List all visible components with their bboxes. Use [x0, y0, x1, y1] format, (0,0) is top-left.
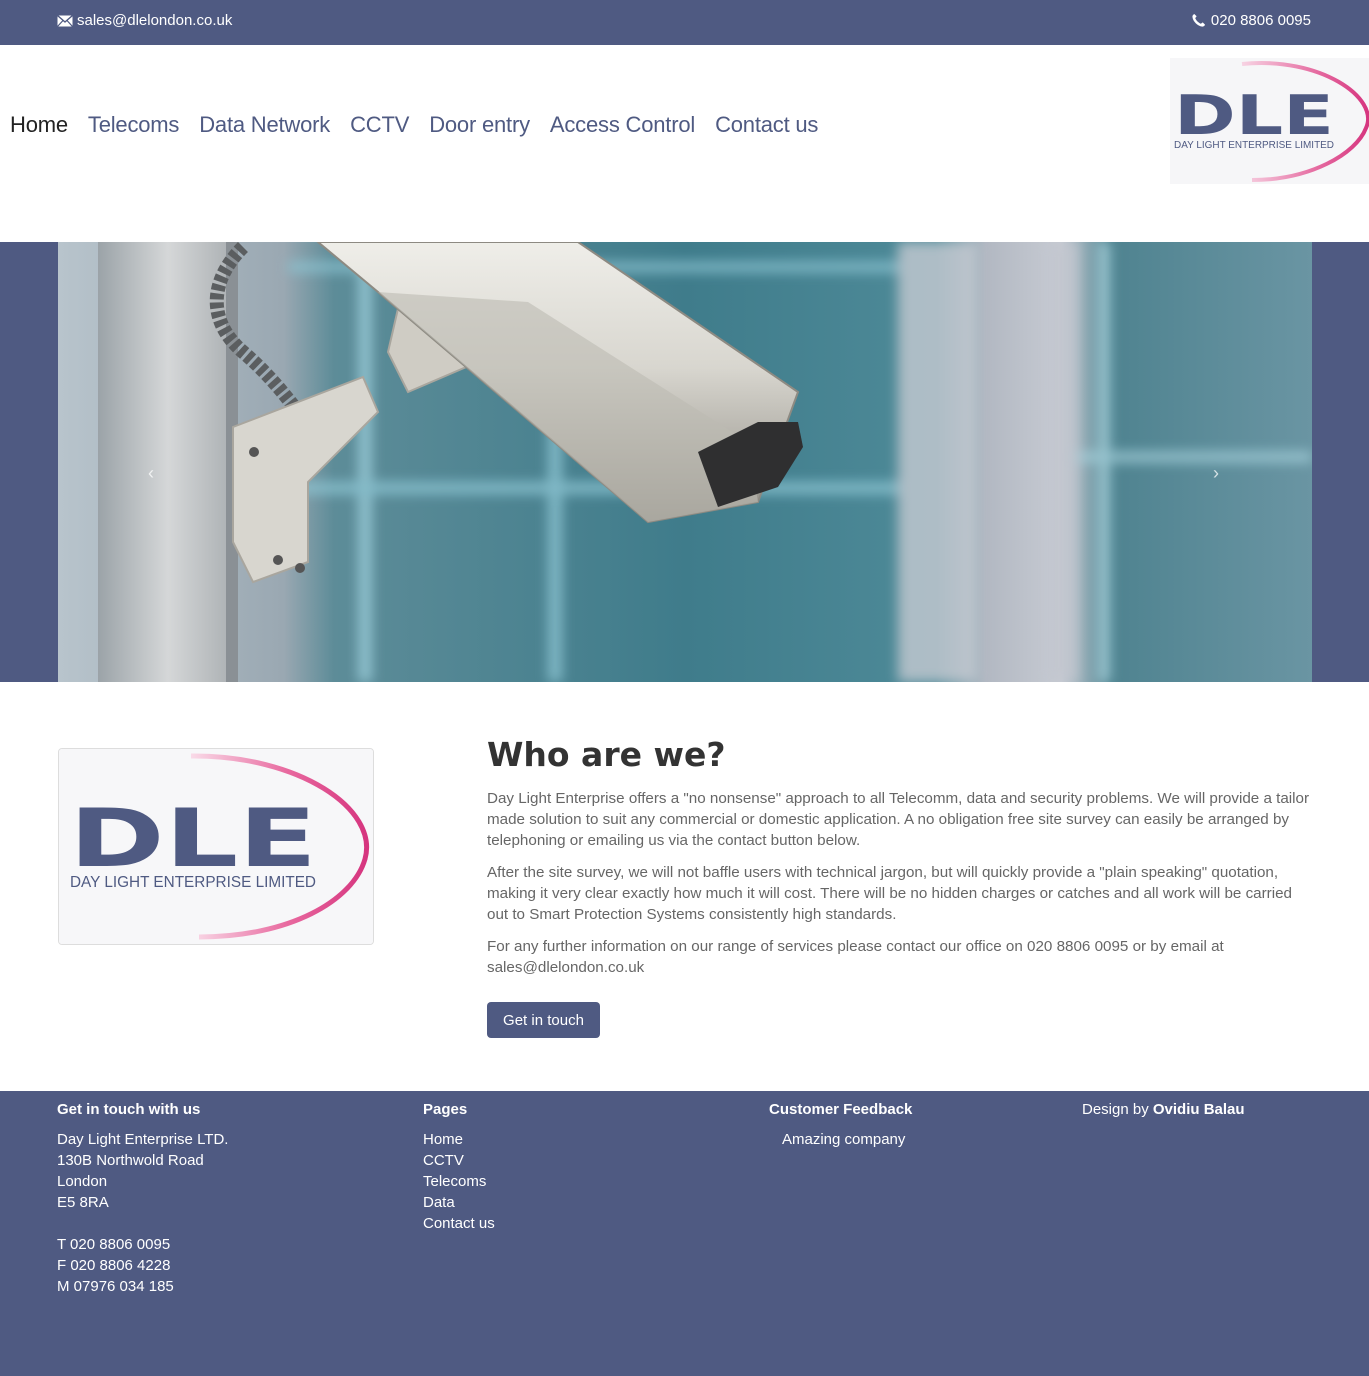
footer-credit: Design by Ovidiu Balau — [1082, 1101, 1245, 1118]
carousel-prev-button[interactable]: ‹ — [148, 464, 154, 482]
footer-link-home[interactable]: Home — [423, 1129, 495, 1150]
about-paragraph-2: After the site survey, we will not baffl… — [487, 864, 1293, 923]
footer-spacer — [57, 1213, 228, 1234]
top-phone-text[interactable]: 020 8806 0095 — [1211, 12, 1311, 29]
footer-link-cctv[interactable]: CCTV — [423, 1150, 495, 1171]
nav-contact-us[interactable]: Contact us — [715, 112, 818, 138]
about-section: Who are we? Day Light Enterprise offers … — [487, 735, 1317, 989]
nav-access-control[interactable]: Access Control — [550, 112, 695, 138]
hero-carousel: ‹ › — [0, 242, 1369, 682]
footer-pages-heading: Pages — [423, 1101, 468, 1118]
feedback-quote: Amazing company — [782, 1131, 906, 1148]
top-email-text[interactable]: sales@dlelondon.co.uk — [77, 12, 232, 29]
header-logo-letters: DLE — [1174, 84, 1334, 147]
top-email[interactable]: sales@dlelondon.co.uk — [57, 12, 232, 29]
footer-address-line: 130B Northwold Road — [57, 1152, 204, 1169]
phone-icon — [1192, 13, 1205, 27]
hero-image-cctv — [58, 242, 1312, 682]
nav-door-entry[interactable]: Door entry — [429, 112, 530, 138]
credit-prefix: Design by — [1082, 1101, 1149, 1118]
about-heading: Who are we? — [487, 735, 726, 774]
nav-telecoms[interactable]: Telecoms — [88, 112, 180, 138]
footer-fax: F 020 8806 4228 — [57, 1257, 171, 1274]
footer-postcode: E5 8RA — [57, 1194, 109, 1211]
footer: Get in touch with us Day Light Enterpris… — [0, 1091, 1369, 1376]
footer-link-telecoms[interactable]: Telecoms — [423, 1171, 495, 1192]
footer-telephone: T 020 8806 0095 — [57, 1236, 171, 1253]
footer-feedback: Customer Feedback Amazing company — [769, 1101, 912, 1150]
top-bar: sales@dlelondon.co.uk 020 8806 0095 — [0, 0, 1369, 45]
get-in-touch-button[interactable]: Get in touch — [487, 1002, 600, 1038]
footer-contact-heading: Get in touch with us — [57, 1101, 201, 1118]
credit-author[interactable]: Ovidiu Balau — [1153, 1101, 1245, 1118]
footer-link-contact[interactable]: Contact us — [423, 1213, 495, 1234]
about-logo: DLE DAY LIGHT ENTERPRISE LIMITED — [58, 748, 374, 945]
header-logo-tagline: DAY LIGHT ENTERPRISE LIMITED — [1174, 139, 1334, 151]
about-logo-tagline: DAY LIGHT ENTERPRISE LIMITED — [70, 874, 316, 891]
top-phone[interactable]: 020 8806 0095 — [1191, 12, 1311, 29]
nav-home[interactable]: Home — [10, 112, 68, 138]
footer-mobile: M 07976 034 185 — [57, 1278, 174, 1295]
about-paragraph-3: For any further information on our range… — [487, 938, 1224, 976]
footer-link-data[interactable]: Data — [423, 1192, 495, 1213]
carousel-next-button[interactable]: › — [1213, 464, 1219, 482]
footer-pages: Pages Home CCTV Telecoms Data Contact us — [423, 1101, 495, 1234]
about-logo-letters: DLE — [69, 792, 317, 885]
footer-city: London — [57, 1173, 108, 1190]
about-paragraph-1: Day Light Enterprise offers a "no nonsen… — [487, 790, 1310, 849]
main-nav: Home Telecoms Data Network CCTV Door ent… — [10, 112, 818, 138]
footer-feedback-heading: Customer Feedback — [769, 1101, 913, 1118]
footer-company: Day Light Enterprise LTD. — [57, 1131, 229, 1148]
header-logo[interactable]: DLE DAY LIGHT ENTERPRISE LIMITED — [1170, 58, 1369, 184]
envelope-icon — [57, 14, 73, 27]
nav-data-network[interactable]: Data Network — [199, 112, 330, 138]
nav-cctv[interactable]: CCTV — [350, 112, 409, 138]
footer-contact: Get in touch with us Day Light Enterpris… — [57, 1101, 228, 1297]
